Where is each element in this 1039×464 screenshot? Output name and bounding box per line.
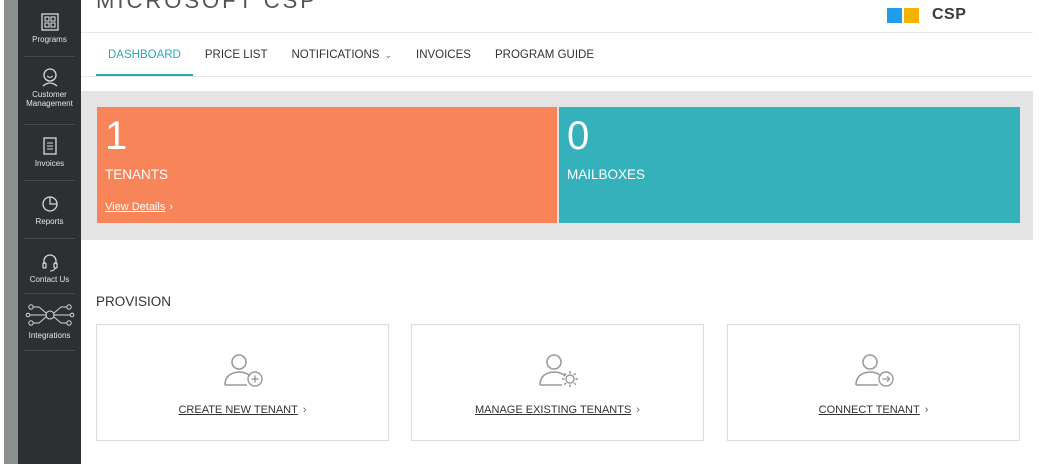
- manage-existing-tenants-link[interactable]: MANAGE EXISTING TENANTS: [475, 404, 631, 416]
- sidebar-item-label: Invoices: [34, 159, 65, 168]
- sidebar-item-reports[interactable]: Reports: [18, 194, 81, 226]
- tab-notifications[interactable]: NOTIFICATIONS ⌄: [280, 34, 405, 76]
- tenants-count: 1: [105, 114, 128, 158]
- manage-existing-tenants-card[interactable]: MANAGE EXISTING TENANTS ›: [411, 324, 704, 441]
- sidebar-item-label: Customer Management: [26, 90, 73, 108]
- logo-square-blue: [887, 7, 902, 23]
- nav-divider: [81, 76, 1033, 77]
- sidebar-divider: [24, 238, 75, 239]
- sidebar-divider: [24, 293, 75, 294]
- sidebar-item-label: Programs: [32, 35, 67, 44]
- sidebar-divider: [24, 124, 75, 125]
- window-frame-bar: [4, 0, 18, 464]
- tab-label: NOTIFICATIONS: [291, 49, 380, 61]
- user-settings-icon: [534, 351, 582, 391]
- provision-heading: PROVISION: [96, 294, 172, 309]
- tab-label: PROGRAM GUIDE: [494, 49, 595, 61]
- chevron-right-icon: ›: [302, 404, 307, 416]
- header-divider: [81, 32, 1033, 33]
- sidebar-item-label: Reports: [35, 217, 64, 226]
- view-details-link[interactable]: View Details ›: [105, 201, 173, 213]
- tenants-label: TENANTS: [105, 167, 169, 182]
- card-label: MANAGE EXISTING TENANTS ›: [412, 404, 703, 416]
- sidebar-divider: [24, 350, 75, 351]
- tab-label: INVOICES: [416, 49, 471, 61]
- sidebar-item-label: Integrations: [28, 331, 71, 340]
- user-smile-icon: [40, 67, 60, 87]
- pie-chart-icon: [40, 194, 60, 214]
- tab-label: PRICE LIST: [204, 49, 268, 61]
- sidebar-item-programs[interactable]: Programs: [18, 12, 81, 44]
- grid-icon: [40, 12, 60, 32]
- connect-tenant-card[interactable]: CONNECT TENANT ›: [727, 324, 1020, 441]
- sidebar: Programs Customer Management Invoices Re…: [18, 0, 81, 464]
- user-connect-icon: [850, 351, 898, 391]
- sidebar-item-integrations[interactable]: Integrations: [18, 302, 81, 340]
- chevron-right-icon: ›: [169, 201, 173, 213]
- logo-text: CSP: [932, 6, 967, 23]
- tab-program-guide[interactable]: PROGRAM GUIDE: [483, 34, 606, 76]
- document-icon: [40, 136, 60, 156]
- main-nav: DASHBOARD PRICE LIST NOTIFICATIONS ⌄ INVO…: [96, 34, 606, 76]
- create-new-tenant-link[interactable]: CREATE NEW TENANT: [178, 404, 297, 416]
- csp-logo: CSP: [887, 6, 966, 24]
- mailboxes-count: 0: [567, 114, 590, 158]
- window-frame-left: [0, 0, 18, 464]
- sidebar-divider: [24, 56, 75, 57]
- tab-invoices[interactable]: INVOICES: [404, 34, 483, 76]
- headset-icon: [40, 252, 60, 272]
- connect-tenant-link[interactable]: CONNECT TENANT: [819, 404, 920, 416]
- chevron-down-icon: ⌄: [384, 49, 392, 60]
- sidebar-item-contact-us[interactable]: Contact Us: [18, 252, 81, 284]
- sidebar-item-label: Contact Us: [29, 275, 70, 284]
- tab-dashboard[interactable]: DASHBOARD: [96, 34, 193, 76]
- logo-square-yellow: [904, 7, 919, 23]
- mailboxes-label: MAILBOXES: [567, 167, 646, 182]
- card-label: CREATE NEW TENANT ›: [97, 404, 388, 416]
- tab-price-list[interactable]: PRICE LIST: [193, 34, 280, 76]
- chevron-right-icon: ›: [636, 404, 640, 416]
- sidebar-item-customer-management[interactable]: Customer Management: [18, 67, 81, 108]
- user-add-icon: [219, 351, 267, 391]
- sidebar-divider: [24, 180, 75, 181]
- view-details-label: View Details: [105, 201, 166, 213]
- tab-label: DASHBOARD: [108, 49, 181, 61]
- chevron-right-icon: ›: [924, 404, 929, 416]
- create-new-tenant-card[interactable]: CREATE NEW TENANT ›: [96, 324, 389, 441]
- page-title: MICROSOFT CSP: [96, 0, 318, 13]
- card-label: CONNECT TENANT ›: [728, 404, 1019, 416]
- mailboxes-tile: 0 MAILBOXES: [559, 107, 1020, 223]
- tenants-tile: 1 TENANTS View Details ›: [97, 107, 557, 223]
- sidebar-item-invoices[interactable]: Invoices: [18, 136, 81, 168]
- network-icon: [25, 302, 75, 328]
